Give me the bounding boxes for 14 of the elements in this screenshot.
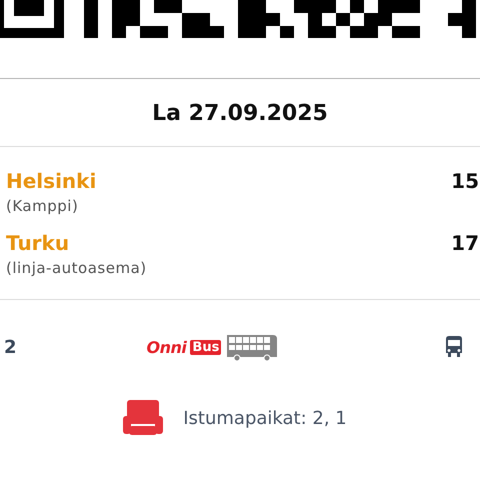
- stop-name: (Kamppi): [6, 197, 80, 215]
- seat-numbers: Istumapaikat: 2, 1: [183, 408, 347, 428]
- logo-badge: Bus: [190, 340, 222, 354]
- bus-number: 2: [4, 336, 17, 358]
- logo-text: Onni: [146, 338, 186, 356]
- double-decker-bus-icon: [225, 333, 280, 361]
- bus-icon: [444, 336, 464, 358]
- seat-icon: [123, 400, 164, 436]
- departure-time: 17: [451, 231, 479, 255]
- city-name: Turku: [6, 231, 70, 255]
- departure-time: 15: [451, 169, 479, 193]
- travel-date: La 27.09.2025: [151, 100, 329, 128]
- stop-name: (linja-autoasema): [6, 259, 147, 277]
- city-name: Helsinki: [6, 169, 96, 193]
